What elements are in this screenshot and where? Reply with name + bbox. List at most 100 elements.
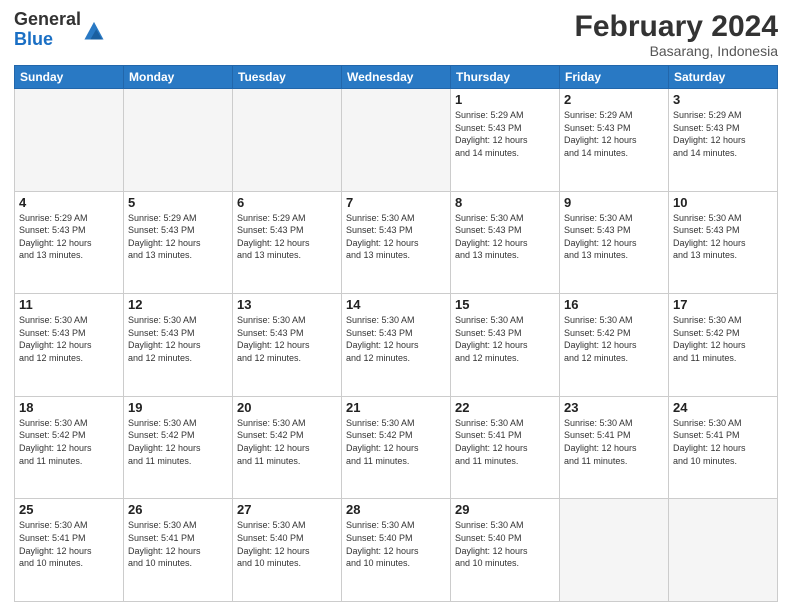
table-row: 8 Sunrise: 5:30 AM Sunset: 5:43 PM Daylig… (451, 191, 560, 294)
header-tuesday: Tuesday (233, 66, 342, 89)
day-info: Sunrise: 5:30 AM Sunset: 5:43 PM Dayligh… (455, 212, 555, 262)
day-info: Sunrise: 5:30 AM Sunset: 5:43 PM Dayligh… (346, 314, 446, 364)
calendar-week-row: 25 Sunrise: 5:30 AM Sunset: 5:41 PM Dayli… (15, 499, 778, 602)
day-number: 27 (237, 502, 337, 517)
day-info: Sunrise: 5:30 AM Sunset: 5:43 PM Dayligh… (19, 314, 119, 364)
day-info: Sunrise: 5:30 AM Sunset: 5:40 PM Dayligh… (237, 519, 337, 569)
day-number: 6 (237, 195, 337, 210)
table-row: 10 Sunrise: 5:30 AM Sunset: 5:43 PM Dayli… (669, 191, 778, 294)
table-row: 12 Sunrise: 5:30 AM Sunset: 5:43 PM Dayli… (124, 294, 233, 397)
day-number: 25 (19, 502, 119, 517)
logo-general: General (14, 9, 81, 29)
table-row: 25 Sunrise: 5:30 AM Sunset: 5:41 PM Dayli… (15, 499, 124, 602)
day-number: 24 (673, 400, 773, 415)
day-info: Sunrise: 5:30 AM Sunset: 5:41 PM Dayligh… (564, 417, 664, 467)
day-info: Sunrise: 5:29 AM Sunset: 5:43 PM Dayligh… (455, 109, 555, 159)
day-number: 11 (19, 297, 119, 312)
title-block: February 2024 Basarang, Indonesia (575, 10, 778, 59)
weekday-header-row: Sunday Monday Tuesday Wednesday Thursday… (15, 66, 778, 89)
day-info: Sunrise: 5:30 AM Sunset: 5:42 PM Dayligh… (346, 417, 446, 467)
logo-blue: Blue (14, 29, 53, 49)
day-number: 16 (564, 297, 664, 312)
day-info: Sunrise: 5:30 AM Sunset: 5:43 PM Dayligh… (455, 314, 555, 364)
day-number: 9 (564, 195, 664, 210)
table-row (233, 89, 342, 192)
day-number: 15 (455, 297, 555, 312)
day-info: Sunrise: 5:30 AM Sunset: 5:42 PM Dayligh… (564, 314, 664, 364)
day-number: 5 (128, 195, 228, 210)
table-row: 7 Sunrise: 5:30 AM Sunset: 5:43 PM Daylig… (342, 191, 451, 294)
day-info: Sunrise: 5:30 AM Sunset: 5:43 PM Dayligh… (346, 212, 446, 262)
day-info: Sunrise: 5:30 AM Sunset: 5:43 PM Dayligh… (128, 314, 228, 364)
table-row (669, 499, 778, 602)
day-info: Sunrise: 5:29 AM Sunset: 5:43 PM Dayligh… (564, 109, 664, 159)
table-row: 9 Sunrise: 5:30 AM Sunset: 5:43 PM Daylig… (560, 191, 669, 294)
day-info: Sunrise: 5:30 AM Sunset: 5:43 PM Dayligh… (673, 212, 773, 262)
day-number: 13 (237, 297, 337, 312)
day-info: Sunrise: 5:29 AM Sunset: 5:43 PM Dayligh… (237, 212, 337, 262)
day-number: 7 (346, 195, 446, 210)
header-friday: Friday (560, 66, 669, 89)
day-number: 20 (237, 400, 337, 415)
header-saturday: Saturday (669, 66, 778, 89)
calendar-week-row: 1 Sunrise: 5:29 AM Sunset: 5:43 PM Daylig… (15, 89, 778, 192)
table-row: 2Sunrise: 5:29 AM Sunset: 5:43 PM Daylig… (560, 89, 669, 192)
page: General Blue February 2024 Basarang, Ind… (0, 0, 792, 612)
day-number: 26 (128, 502, 228, 517)
day-info: Sunrise: 5:30 AM Sunset: 5:40 PM Dayligh… (346, 519, 446, 569)
calendar-week-row: 4Sunrise: 5:29 AM Sunset: 5:43 PM Daylig… (15, 191, 778, 294)
day-number: 1 (455, 92, 555, 107)
calendar-week-row: 18 Sunrise: 5:30 AM Sunset: 5:42 PM Dayli… (15, 396, 778, 499)
day-number: 18 (19, 400, 119, 415)
location: Basarang, Indonesia (575, 43, 778, 59)
header-thursday: Thursday (451, 66, 560, 89)
table-row: 26 Sunrise: 5:30 AM Sunset: 5:41 PM Dayli… (124, 499, 233, 602)
table-row: 23Sunrise: 5:30 AM Sunset: 5:41 PM Dayli… (560, 396, 669, 499)
day-number: 19 (128, 400, 228, 415)
day-number: 8 (455, 195, 555, 210)
day-info: Sunrise: 5:29 AM Sunset: 5:43 PM Dayligh… (673, 109, 773, 159)
day-info: Sunrise: 5:30 AM Sunset: 5:42 PM Dayligh… (128, 417, 228, 467)
table-row (342, 89, 451, 192)
table-row: 29 Sunrise: 5:30 AM Sunset: 5:40 PM Dayli… (451, 499, 560, 602)
calendar-week-row: 11 Sunrise: 5:30 AM Sunset: 5:43 PM Dayli… (15, 294, 778, 397)
day-number: 29 (455, 502, 555, 517)
header-monday: Monday (124, 66, 233, 89)
day-info: Sunrise: 5:30 AM Sunset: 5:43 PM Dayligh… (237, 314, 337, 364)
day-info: Sunrise: 5:30 AM Sunset: 5:42 PM Dayligh… (673, 314, 773, 364)
table-row: 3Sunrise: 5:29 AM Sunset: 5:43 PM Daylig… (669, 89, 778, 192)
calendar-table: Sunday Monday Tuesday Wednesday Thursday… (14, 65, 778, 602)
table-row: 15 Sunrise: 5:30 AM Sunset: 5:43 PM Dayli… (451, 294, 560, 397)
table-row: 4Sunrise: 5:29 AM Sunset: 5:43 PM Daylig… (15, 191, 124, 294)
day-info: Sunrise: 5:29 AM Sunset: 5:43 PM Dayligh… (128, 212, 228, 262)
table-row: 24 Sunrise: 5:30 AM Sunset: 5:41 PM Dayli… (669, 396, 778, 499)
day-info: Sunrise: 5:30 AM Sunset: 5:43 PM Dayligh… (564, 212, 664, 262)
day-info: Sunrise: 5:30 AM Sunset: 5:41 PM Dayligh… (673, 417, 773, 467)
table-row: 16 Sunrise: 5:30 AM Sunset: 5:42 PM Dayli… (560, 294, 669, 397)
table-row: 5 Sunrise: 5:29 AM Sunset: 5:43 PM Daylig… (124, 191, 233, 294)
day-number: 14 (346, 297, 446, 312)
day-info: Sunrise: 5:30 AM Sunset: 5:41 PM Dayligh… (128, 519, 228, 569)
table-row: 27 Sunrise: 5:30 AM Sunset: 5:40 PM Dayli… (233, 499, 342, 602)
day-number: 12 (128, 297, 228, 312)
table-row: 1 Sunrise: 5:29 AM Sunset: 5:43 PM Daylig… (451, 89, 560, 192)
table-row: 28 Sunrise: 5:30 AM Sunset: 5:40 PM Dayli… (342, 499, 451, 602)
day-number: 22 (455, 400, 555, 415)
day-info: Sunrise: 5:30 AM Sunset: 5:42 PM Dayligh… (237, 417, 337, 467)
logo: General Blue (14, 10, 105, 50)
table-row: 19 Sunrise: 5:30 AM Sunset: 5:42 PM Dayli… (124, 396, 233, 499)
day-number: 10 (673, 195, 773, 210)
day-number: 28 (346, 502, 446, 517)
day-info: Sunrise: 5:30 AM Sunset: 5:41 PM Dayligh… (19, 519, 119, 569)
table-row (124, 89, 233, 192)
day-info: Sunrise: 5:30 AM Sunset: 5:40 PM Dayligh… (455, 519, 555, 569)
table-row: 11 Sunrise: 5:30 AM Sunset: 5:43 PM Dayli… (15, 294, 124, 397)
header-wednesday: Wednesday (342, 66, 451, 89)
month-title: February 2024 (575, 10, 778, 43)
table-row: 21 Sunrise: 5:30 AM Sunset: 5:42 PM Dayli… (342, 396, 451, 499)
day-info: Sunrise: 5:29 AM Sunset: 5:43 PM Dayligh… (19, 212, 119, 262)
table-row: 13 Sunrise: 5:30 AM Sunset: 5:43 PM Dayli… (233, 294, 342, 397)
day-number: 21 (346, 400, 446, 415)
table-row (15, 89, 124, 192)
day-info: Sunrise: 5:30 AM Sunset: 5:42 PM Dayligh… (19, 417, 119, 467)
